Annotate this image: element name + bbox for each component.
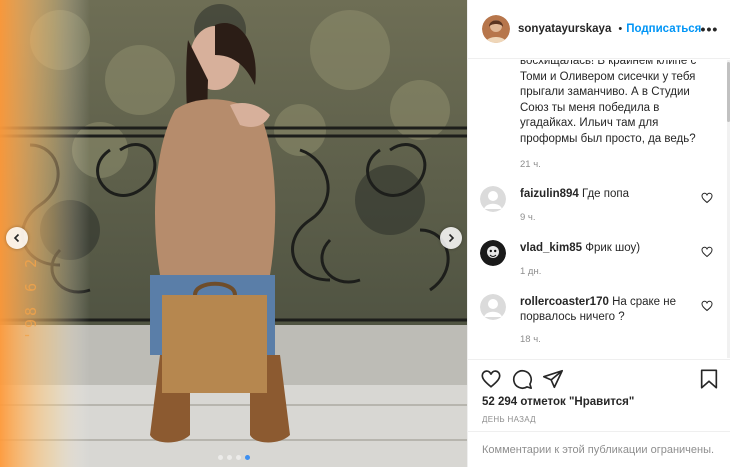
post-timestamp[interactable]: ДЕНЬ НАЗАД: [482, 415, 536, 424]
post-actions: 52 294 отметок "Нравится" ДЕНЬ НАЗАД Ком…: [468, 359, 730, 468]
carousel-next-button[interactable]: [440, 227, 462, 249]
carousel-prev-button[interactable]: [6, 227, 28, 249]
comment-time[interactable]: 18 ч.: [520, 334, 541, 345]
follow-button[interactable]: Подписаться: [626, 23, 701, 35]
comment-text: Где попа: [582, 188, 630, 200]
comment-text: восхищалась! В крайнем клипе с Томи и Ол…: [520, 60, 697, 145]
share-icon[interactable]: [542, 368, 564, 390]
post-photo[interactable]: '98 6 2: [0, 0, 467, 467]
chevron-left-icon: [13, 233, 20, 243]
instagram-post: '98 6 2 sonyatayurskaya • Подписаться ••…: [0, 0, 730, 467]
comment-icon[interactable]: [511, 368, 533, 390]
more-options-button[interactable]: •••: [700, 21, 719, 37]
commenter-avatar[interactable]: [480, 186, 506, 212]
comment-body: rollercoaster170 На сраке не порвалось н…: [520, 295, 680, 325]
likes-count[interactable]: 52 294 отметок "Нравится": [482, 396, 634, 408]
comments-limited-notice: Комментарии к этой публикации ограничены…: [468, 431, 730, 468]
comment-like-icon[interactable]: [701, 192, 713, 204]
carousel-dot: [235, 455, 241, 460]
photo-scene: [0, 0, 467, 467]
header-separator: •: [618, 23, 623, 35]
commenter-username[interactable]: rollercoaster170: [520, 296, 609, 308]
commenter-username[interactable]: vlad_kim85: [520, 242, 582, 254]
author-avatar[interactable]: [482, 15, 510, 43]
carousel-dot: [217, 455, 223, 460]
carousel-indicator: [0, 455, 467, 460]
comment-time[interactable]: 21 ч.: [520, 157, 705, 173]
comment-like-icon[interactable]: [701, 300, 713, 312]
comment-time[interactable]: 9 ч.: [520, 212, 536, 223]
carousel-dot-active: [244, 455, 250, 460]
comments-list[interactable]: восхищалась! В крайнем клипе с Томи и Ол…: [468, 60, 730, 358]
commenter-username[interactable]: faizulin894: [520, 188, 579, 200]
comment-like-icon[interactable]: [701, 246, 713, 258]
carousel-dot: [226, 455, 232, 460]
more-icon: •••: [700, 21, 719, 37]
heart-icon[interactable]: [480, 368, 502, 390]
commenter-avatar[interactable]: [480, 240, 506, 266]
post-header: sonyatayurskaya • Подписаться •••: [468, 0, 730, 59]
post-side-panel: sonyatayurskaya • Подписаться ••• восхищ…: [467, 0, 730, 467]
photo-date-stamp: '98 6 2: [22, 255, 40, 340]
comment-text: Фрик шоу): [585, 242, 641, 254]
bookmark-icon[interactable]: [698, 368, 720, 390]
author-username[interactable]: sonyatayurskaya: [518, 23, 611, 35]
comment-continued: восхищалась! В крайнем клипе с Томи и Ол…: [520, 60, 705, 173]
comment-time[interactable]: 1 дн.: [520, 266, 541, 277]
comment-body: vlad_kim85 Фрик шоу): [520, 241, 680, 256]
commenter-avatar[interactable]: [480, 294, 506, 320]
action-icons: [480, 368, 720, 392]
comment-body: faizulin894 Где попа: [520, 187, 680, 202]
chevron-right-icon: [448, 233, 455, 243]
